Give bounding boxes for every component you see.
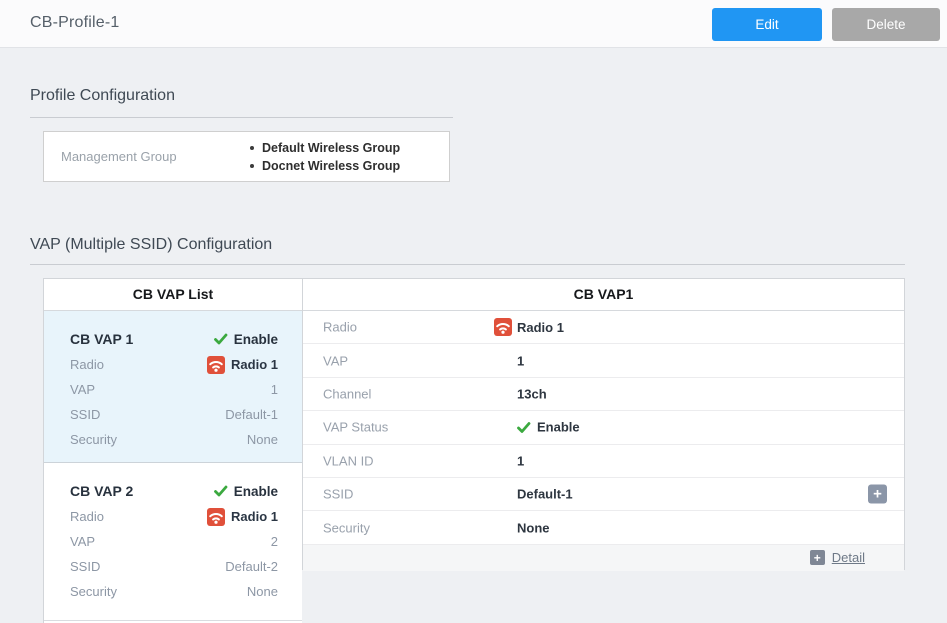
vap-card-1[interactable]: CB VAP 1 Enable Radio Radio 1 VAP 1 SSID (44, 311, 302, 463)
detail-add-button[interactable]: + (810, 550, 825, 565)
radio-label: Radio (70, 357, 104, 372)
security-value: None (247, 432, 278, 447)
detail-row-security: Security None (303, 511, 904, 544)
ssid-add-button[interactable]: + (868, 485, 887, 504)
vap-configuration-title: VAP (Multiple SSID) Configuration (30, 236, 272, 254)
row-label: Channel (323, 386, 371, 401)
wifi-icon (494, 318, 512, 336)
ssid-label: SSID (70, 559, 100, 574)
row-label: Radio (323, 320, 357, 335)
detail-row-vap: VAP 1 (303, 344, 904, 377)
row-value: None (517, 520, 550, 535)
ssid-value: Default-1 (225, 407, 278, 422)
security-label: Security (70, 432, 117, 447)
delete-button[interactable]: Delete (832, 8, 940, 41)
vap-card-name: CB VAP 1 (70, 331, 133, 347)
vap-value: 1 (271, 382, 278, 397)
management-group-list: Default Wireless Group Docnet Wireless G… (249, 139, 400, 175)
profile-section-divider (30, 117, 453, 118)
management-group-box: Management Group Default Wireless Group … (43, 131, 450, 182)
detail-row-radio: Radio Radio 1 (303, 311, 904, 344)
check-icon (214, 485, 228, 497)
vap-label: VAP (70, 534, 95, 549)
row-value: Default-1 (517, 487, 573, 502)
row-value: 1 (517, 453, 524, 468)
management-group-label: Management Group (61, 149, 177, 164)
vap-detail-panel: CB VAP1 Radio Radio 1 VAP 1 Channel 13ch… (302, 278, 905, 570)
row-value: 1 (517, 353, 524, 368)
row-value: Radio 1 (517, 320, 564, 335)
row-value: Enable (537, 420, 580, 435)
edit-button[interactable]: Edit (712, 8, 822, 41)
detail-row-channel: Channel 13ch (303, 378, 904, 411)
row-label: VAP (323, 353, 348, 368)
page-title: CB-Profile-1 (30, 14, 120, 32)
row-label: SSID (323, 487, 353, 502)
row-label: VLAN ID (323, 453, 374, 468)
profile-page: CB-Profile-1 Edit Delete Profile Configu… (0, 0, 947, 623)
vap-list-panel: CB VAP List CB VAP 1 Enable Radio Radio … (43, 278, 302, 623)
vap-section-divider (30, 264, 905, 265)
vap-card-2[interactable]: CB VAP 2 Enable Radio Radio 1 VAP 2 SSID (44, 463, 302, 621)
radio-label: Radio (70, 509, 104, 524)
plus-icon: + (814, 551, 821, 565)
security-value: None (247, 584, 278, 599)
radio-value: Radio 1 (231, 509, 278, 524)
ssid-value: Default-2 (225, 559, 278, 574)
wifi-icon (207, 356, 225, 374)
plus-icon: + (873, 486, 882, 503)
check-icon (517, 421, 531, 433)
detail-row-vlan-id: VLAN ID 1 (303, 445, 904, 478)
top-header-bar: CB-Profile-1 Edit Delete (0, 0, 947, 48)
row-label: Security (323, 520, 370, 535)
radio-value: Radio 1 (231, 357, 278, 372)
detail-link[interactable]: Detail (832, 550, 865, 565)
security-label: Security (70, 584, 117, 599)
row-label: VAP Status (323, 420, 388, 435)
vap-value: 2 (271, 534, 278, 549)
management-group-item: Docnet Wireless Group (249, 157, 400, 175)
vap-detail-header: CB VAP1 (303, 279, 904, 311)
vap-status-text: Enable (234, 332, 278, 347)
detail-row-ssid: SSID Default-1 + (303, 478, 904, 511)
profile-configuration-title: Profile Configuration (30, 87, 175, 105)
vap-label: VAP (70, 382, 95, 397)
vap-card-name: CB VAP 2 (70, 483, 133, 499)
management-group-item: Default Wireless Group (249, 139, 400, 157)
wifi-icon (207, 508, 225, 526)
detail-footer: + Detail (303, 545, 904, 571)
check-icon (214, 333, 228, 345)
vap-list-header: CB VAP List (44, 279, 302, 311)
detail-row-vap-status: VAP Status Enable (303, 411, 904, 444)
ssid-label: SSID (70, 407, 100, 422)
vap-status-text: Enable (234, 484, 278, 499)
row-value: 13ch (517, 386, 547, 401)
